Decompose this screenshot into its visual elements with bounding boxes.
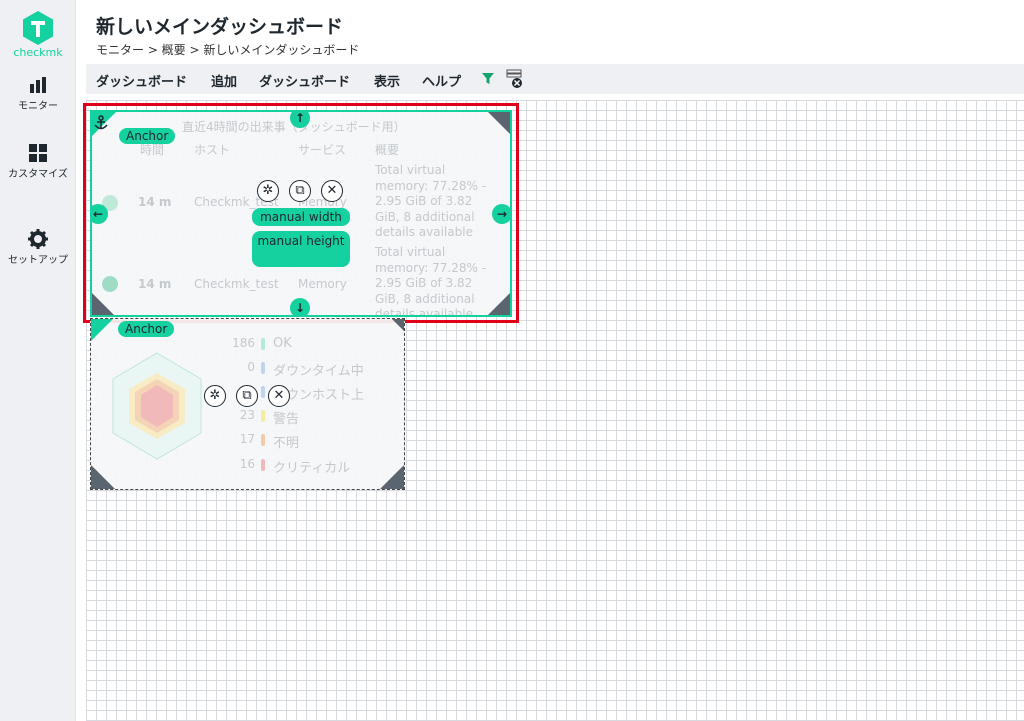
resize-corner-bottom-left[interactable] xyxy=(92,293,114,315)
menu-help[interactable]: ヘルプ xyxy=(422,71,461,90)
resize-corner-bottom-right[interactable] xyxy=(488,293,510,315)
col-service: サービス xyxy=(298,143,347,157)
sidebar-item-label: モニター xyxy=(18,101,58,112)
resize-left-arrow-icon[interactable]: ← xyxy=(92,204,108,224)
page-header: 新しいメインダッシュボード モニター > 概要 > 新しいメインダッシュボード xyxy=(76,0,1024,64)
cell-time: 14 m xyxy=(138,195,172,209)
menu-bar: ダッシュボード 追加 ダッシュボード 表示 ヘルプ xyxy=(86,64,1024,94)
grid-icon xyxy=(29,144,47,162)
ok-status-icon xyxy=(102,276,118,292)
sidebar-item-monitor[interactable]: モニター xyxy=(0,74,76,114)
resize-corner-bottom-left[interactable] xyxy=(91,465,115,489)
edit-settings-button[interactable]: ✲ xyxy=(204,385,226,407)
clone-button[interactable]: ⧉ xyxy=(289,180,311,202)
delete-button[interactable]: ✕ xyxy=(321,180,343,202)
resize-corner-top-left[interactable] xyxy=(91,319,113,341)
page-title: 新しいメインダッシュボード xyxy=(96,16,344,38)
cell-summary: Total virtual memory: 77.28% - 2.95 GiB … xyxy=(375,163,487,239)
hexagon-graph-icon xyxy=(112,352,202,460)
filter-icon[interactable] xyxy=(482,73,494,85)
menu-add[interactable]: 追加 xyxy=(211,71,237,90)
menu-view[interactable]: 表示 xyxy=(374,71,400,90)
anchor-label[interactable]: Anchor xyxy=(119,128,176,144)
sidebar: checkmk モニター カスタマイズ セットアップ xyxy=(0,0,76,721)
sidebar-item-setup[interactable]: セットアップ xyxy=(0,228,76,268)
checkmk-logo-icon[interactable] xyxy=(20,10,56,46)
resize-corner-top-right[interactable] xyxy=(488,112,510,134)
breadcrumb[interactable]: モニター > 概要 > 新しいメインダッシュボード xyxy=(96,41,359,58)
clone-button[interactable]: ⧉ xyxy=(236,385,258,407)
gear-icon xyxy=(28,229,48,249)
dashlet-service-stats[interactable]: 186 OK 0 ダウンタイム中 1 ダウンホスト上 23 警告 17 不明 1… xyxy=(90,318,405,490)
resize-corner-bottom-right[interactable] xyxy=(380,465,404,489)
delete-button[interactable]: ✕ xyxy=(268,385,290,407)
cell-host[interactable]: Checkmk_test xyxy=(194,277,279,291)
sidebar-item-label: セットアップ xyxy=(8,255,68,266)
manual-height-toggle[interactable]: manual height xyxy=(252,231,350,267)
resize-down-arrow-icon[interactable]: ↓ xyxy=(290,298,310,315)
logo-text: checkmk xyxy=(13,46,63,59)
col-host: ホスト xyxy=(194,143,231,157)
manual-width-toggle[interactable]: manual width xyxy=(252,208,350,226)
anchor-icon xyxy=(94,115,108,130)
bar-chart-icon xyxy=(30,77,46,93)
sidebar-item-customize[interactable]: カスタマイズ xyxy=(0,142,76,182)
edit-settings-button[interactable]: ✲ xyxy=(257,180,279,202)
anchor-label[interactable]: Anchor xyxy=(118,321,175,337)
hide-edit-icon[interactable] xyxy=(506,69,524,89)
resize-right-arrow-icon[interactable]: → xyxy=(492,204,510,224)
cell-service[interactable]: Memory xyxy=(298,277,347,291)
col-summary: 概要 xyxy=(375,143,400,157)
cell-time: 14 m xyxy=(138,277,172,291)
cell-summary: Total virtual memory: 77.28% - 2.95 GiB … xyxy=(375,245,487,317)
sidebar-item-label: カスタマイズ xyxy=(8,169,68,180)
resize-corner-top-right[interactable] xyxy=(392,319,404,331)
menu-dashboard-2[interactable]: ダッシュボード xyxy=(259,71,350,90)
dashlet-events[interactable]: 直近4時間の出来事（ダッシュボード用） 時間 ホスト サービス 概要 14 m … xyxy=(90,110,512,317)
menu-dashboard[interactable]: ダッシュボード xyxy=(96,71,187,90)
